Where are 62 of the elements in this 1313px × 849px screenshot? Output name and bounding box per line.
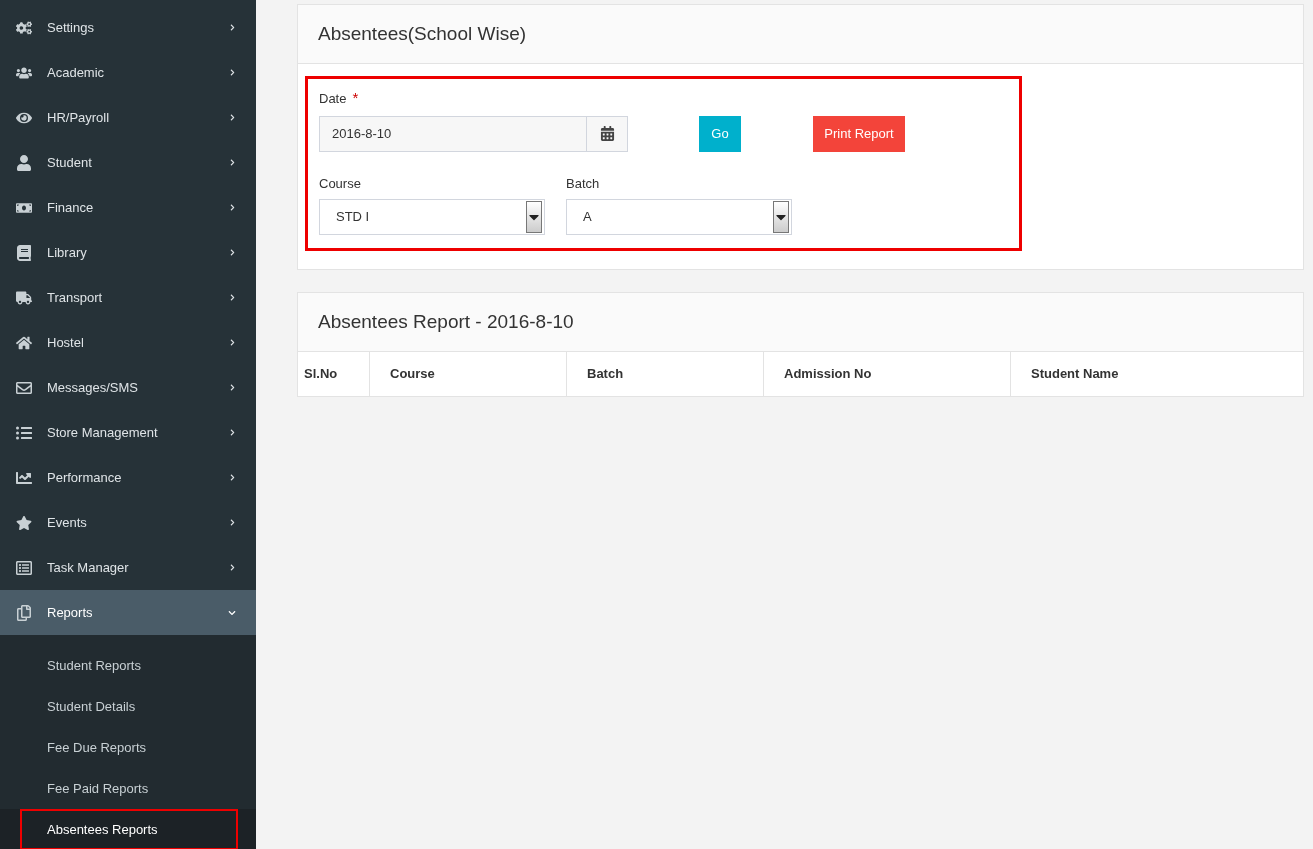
date-field[interactable]: 2016-8-10 — [319, 115, 628, 152]
field-label: Course — [319, 174, 362, 193]
column-header: Student Name — [1010, 352, 1303, 396]
sidebar-item[interactable]: Events — [0, 500, 256, 545]
sidebar-item[interactable]: Library — [0, 230, 256, 275]
chevron-right-icon — [229, 24, 236, 31]
field-label: Batch — [566, 174, 601, 193]
user-icon — [16, 154, 32, 171]
chevron-right-icon — [229, 294, 236, 301]
card-title: Absentees(School Wise) — [318, 21, 527, 46]
list-icon — [16, 424, 32, 441]
submenu-item[interactable]: Fee Paid Reports — [0, 768, 256, 809]
column-header: Sl.No — [303, 365, 339, 384]
truck-icon — [16, 289, 32, 306]
sidebar-item[interactable]: Reports — [0, 590, 256, 635]
chevron-right-icon — [229, 159, 236, 166]
gears-icon — [16, 19, 32, 36]
column-header: Batch — [566, 352, 763, 396]
column-header: Course — [369, 352, 566, 396]
caret-icon — [773, 201, 789, 233]
chevron-right-icon — [229, 339, 236, 346]
chevron-right-icon — [229, 384, 236, 391]
chart-icon — [16, 469, 32, 486]
card-title: Absentees Report - 2016-8-10 — [318, 309, 574, 334]
sidebar-item[interactable]: Messages/SMS — [0, 365, 256, 410]
envelope-icon — [16, 379, 32, 396]
sidebar-item[interactable]: Store Management — [0, 410, 256, 455]
submenu-item[interactable]: Fee Due Reports — [0, 727, 256, 768]
sidebar-item[interactable]: Settings — [0, 5, 256, 50]
print-report-button[interactable]: Print Report — [813, 115, 905, 152]
house-icon — [16, 334, 32, 351]
star-icon — [16, 514, 32, 531]
submenu-item[interactable]: Student Reports — [0, 645, 256, 686]
document-icon — [16, 559, 32, 576]
dropdown[interactable]: STD I — [319, 199, 545, 235]
caret-icon — [526, 201, 542, 233]
chevron-right-icon — [229, 564, 236, 571]
chevron-down-icon — [228, 608, 236, 617]
sidebar-item[interactable]: Performance — [0, 455, 256, 500]
calendar-icon[interactable] — [599, 126, 615, 141]
chevron-right-icon — [229, 519, 236, 526]
chevron-right-icon — [229, 114, 236, 121]
sidebar-item[interactable]: Task Manager — [0, 545, 256, 590]
chevron-right-icon — [229, 69, 236, 76]
sidebar-item[interactable]: Student — [0, 140, 256, 185]
chevron-right-icon — [229, 249, 236, 256]
required-mark: * — [352, 88, 359, 108]
dropdown[interactable]: A — [566, 199, 792, 235]
sidebar-item[interactable]: Academic — [0, 50, 256, 95]
field-label: Date — [319, 89, 347, 108]
sidebar-item[interactable]: Hostel — [0, 320, 256, 365]
sidebar-item[interactable]: Transport — [0, 275, 256, 320]
chevron-right-icon — [229, 204, 236, 211]
chevron-right-icon — [229, 429, 236, 436]
column-header: Admission No — [763, 352, 1010, 396]
sidebar-item[interactable]: Finance — [0, 185, 256, 230]
submenu-item[interactable]: Absentees Reports — [20, 809, 238, 849]
sidebar-item[interactable]: HR/Payroll — [0, 95, 256, 140]
submenu-item[interactable]: Student Details — [0, 686, 256, 727]
book-icon — [16, 244, 32, 261]
copy-icon — [16, 604, 32, 621]
chevron-right-icon — [229, 474, 236, 481]
